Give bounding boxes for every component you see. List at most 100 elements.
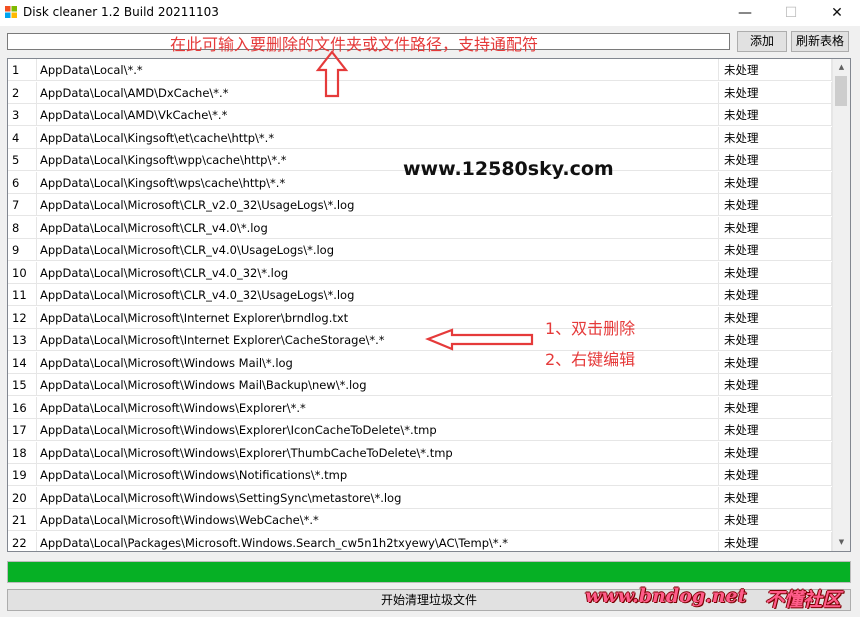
row-path: AppData\Local\Microsoft\CLR_v2.0_32\Usag… (37, 194, 719, 216)
scroll-down-icon[interactable]: ▼ (833, 534, 850, 551)
row-number: 15 (8, 374, 37, 396)
table-row[interactable]: 16 AppData\Local\Microsoft\Windows\Explor… (8, 396, 832, 419)
row-number: 14 (8, 351, 37, 374)
row-status: 未处理 (719, 81, 832, 104)
app-icon (5, 6, 17, 18)
minimize-button[interactable]: — (722, 0, 768, 26)
title-bar: Disk cleaner 1.2 Build 20211103 — ☐ ✕ (0, 0, 860, 26)
table-row[interactable]: 13 AppData\Local\Microsoft\Internet Explo… (8, 329, 832, 351)
table-row[interactable]: 18 AppData\Local\Microsoft\Windows\Explor… (8, 441, 832, 464)
row-number: 3 (8, 104, 37, 126)
refresh-table-button[interactable]: 刷新表格 (791, 31, 849, 52)
row-path: AppData\Local\Kingsoft\wps\cache\http\*.… (37, 171, 719, 194)
row-status: 未处理 (719, 441, 832, 464)
row-status: 未处理 (719, 261, 832, 284)
input-hint-annotation: 在此可输入要删除的文件夹或文件路径，支持通配符 (170, 35, 539, 54)
row-number: 6 (8, 171, 37, 194)
row-status: 未处理 (719, 216, 832, 239)
row-status: 未处理 (719, 486, 832, 509)
row-status: 未处理 (719, 284, 832, 306)
table-row[interactable]: 2 AppData\Local\AMD\DxCache\*.* 未处理 (8, 81, 832, 104)
row-number: 10 (8, 261, 37, 284)
row-status: 未处理 (719, 306, 832, 329)
row-number: 19 (8, 464, 37, 486)
row-status: 未处理 (719, 104, 832, 126)
row-path: AppData\Local\AMD\VkCache\*.* (37, 104, 719, 126)
table-row[interactable]: 17 AppData\Local\Microsoft\Windows\Explor… (8, 419, 832, 441)
row-status: 未处理 (719, 194, 832, 216)
table-row[interactable]: 7 AppData\Local\Microsoft\CLR_v2.0_32\Usa… (8, 194, 832, 216)
site-watermark: www.12580sky.com (403, 158, 614, 180)
row-path: AppData\Local\Kingsoft\wpp\cache\http\*.… (37, 149, 719, 171)
row-status: 未处理 (719, 126, 832, 149)
row-path: AppData\Local\AMD\DxCache\*.* (37, 81, 719, 104)
progress-bar (7, 561, 851, 583)
table-row[interactable]: 21 AppData\Local\Microsoft\Windows\WebCac… (8, 509, 832, 531)
row-path: AppData\Local\Microsoft\Windows\Notifica… (37, 464, 719, 486)
scrollbar-thumb[interactable] (835, 76, 847, 106)
row-path: AppData\Local\Microsoft\Windows Mail\Bac… (37, 374, 719, 396)
add-button[interactable]: 添加 (737, 31, 787, 52)
table-row[interactable]: 12 AppData\Local\Microsoft\Internet Explo… (8, 306, 832, 329)
row-number: 4 (8, 126, 37, 149)
table-row[interactable]: 4 AppData\Local\Kingsoft\et\cache\http\*.… (8, 126, 832, 149)
table-row[interactable]: 3 AppData\Local\AMD\VkCache\*.* 未处理 (8, 104, 832, 126)
file-path-list[interactable]: 1 AppData\Local\*.* 未处理 2 AppData\Local\AMD\… (7, 58, 851, 552)
row-number: 11 (8, 284, 37, 306)
table-row[interactable]: 20 AppData\Local\Microsoft\Windows\Settin… (8, 486, 832, 509)
step1-annotation: 1、双击删除 (545, 319, 636, 338)
row-status: 未处理 (719, 531, 832, 551)
window-title: Disk cleaner 1.2 Build 20211103 (23, 5, 219, 19)
scroll-up-icon[interactable]: ▲ (833, 59, 850, 76)
row-path: AppData\Local\*.* (37, 59, 719, 81)
row-status: 未处理 (719, 149, 832, 171)
table-row[interactable]: 22 AppData\Local\Packages\Microsoft.Windo… (8, 531, 832, 551)
row-number: 22 (8, 531, 37, 551)
row-status: 未处理 (719, 374, 832, 396)
row-status: 未处理 (719, 171, 832, 194)
table-row[interactable]: 19 AppData\Local\Microsoft\Windows\Notifi… (8, 464, 832, 486)
row-status: 未处理 (719, 329, 832, 351)
row-status: 未处理 (719, 396, 832, 419)
row-number: 16 (8, 396, 37, 419)
row-path: AppData\Local\Kingsoft\et\cache\http\*.* (37, 126, 719, 149)
row-path: AppData\Local\Microsoft\Windows\Explorer… (37, 419, 719, 441)
row-number: 7 (8, 194, 37, 216)
row-number: 20 (8, 486, 37, 509)
step2-annotation: 2、右键编辑 (545, 350, 636, 369)
row-path: AppData\Local\Microsoft\CLR_v4.0\UsageLo… (37, 239, 719, 261)
row-number: 8 (8, 216, 37, 239)
row-status: 未处理 (719, 239, 832, 261)
row-number: 18 (8, 441, 37, 464)
row-status: 未处理 (719, 509, 832, 531)
row-status: 未处理 (719, 351, 832, 374)
maximize-button[interactable]: ☐ (768, 0, 814, 26)
row-number: 13 (8, 329, 37, 351)
row-number: 5 (8, 149, 37, 171)
close-button[interactable]: ✕ (814, 0, 860, 26)
row-number: 21 (8, 509, 37, 531)
bottom-site-watermark: www.bndog.net (585, 585, 747, 607)
row-path: AppData\Local\Packages\Microsoft.Windows… (37, 531, 719, 551)
table-row[interactable]: 11 AppData\Local\Microsoft\CLR_v4.0_32\Us… (8, 284, 832, 306)
row-number: 12 (8, 306, 37, 329)
row-number: 9 (8, 239, 37, 261)
bottom-name-watermark: 不懂社区 (765, 589, 842, 611)
row-path: AppData\Local\Microsoft\Windows\Explorer… (37, 441, 719, 464)
table-row[interactable]: 10 AppData\Local\Microsoft\CLR_v4.0_32\*.… (8, 261, 832, 284)
table-row[interactable]: 14 AppData\Local\Microsoft\Windows Mail\*… (8, 351, 832, 374)
row-number: 17 (8, 419, 37, 441)
table-row[interactable]: 9 AppData\Local\Microsoft\CLR_v4.0\UsageL… (8, 239, 832, 261)
table-row[interactable]: 8 AppData\Local\Microsoft\CLR_v4.0\*.log 未… (8, 216, 832, 239)
vertical-scrollbar[interactable]: ▲ ▼ (832, 59, 850, 551)
row-number: 2 (8, 81, 37, 104)
row-status: 未处理 (719, 464, 832, 486)
table-row[interactable]: 1 AppData\Local\*.* 未处理 (8, 59, 832, 81)
table-row[interactable]: 15 AppData\Local\Microsoft\Windows Mail\B… (8, 374, 832, 396)
row-path: AppData\Local\Microsoft\CLR_v4.0\*.log (37, 216, 719, 239)
progress-fill (8, 562, 850, 582)
row-status: 未处理 (719, 59, 832, 81)
row-path: AppData\Local\Microsoft\Windows\SettingS… (37, 486, 719, 509)
row-path: AppData\Local\Microsoft\CLR_v4.0_32\Usag… (37, 284, 719, 306)
row-path: AppData\Local\Microsoft\Windows\Explorer… (37, 396, 719, 419)
